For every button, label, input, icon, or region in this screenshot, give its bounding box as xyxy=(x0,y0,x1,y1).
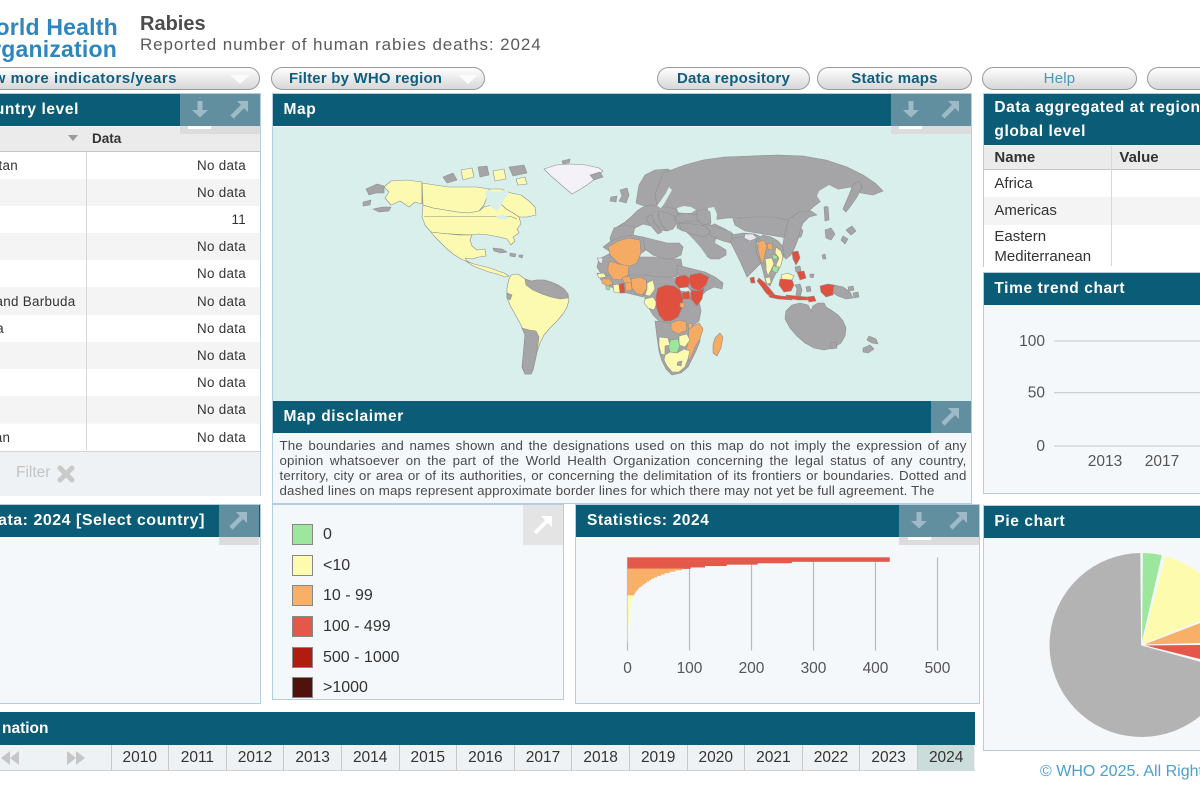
svg-text:2017: 2017 xyxy=(1145,453,1179,470)
svg-text:400: 400 xyxy=(863,660,889,677)
svg-text:200: 200 xyxy=(739,660,765,677)
svg-text:2013: 2013 xyxy=(1088,453,1122,470)
svg-text:0: 0 xyxy=(623,660,632,677)
svg-text:100: 100 xyxy=(677,660,703,677)
svg-text:100: 100 xyxy=(1020,333,1046,350)
svg-text:300: 300 xyxy=(801,660,827,677)
svg-text:500: 500 xyxy=(925,660,951,677)
svg-text:0: 0 xyxy=(1037,438,1046,455)
svg-text:50: 50 xyxy=(1028,385,1046,402)
